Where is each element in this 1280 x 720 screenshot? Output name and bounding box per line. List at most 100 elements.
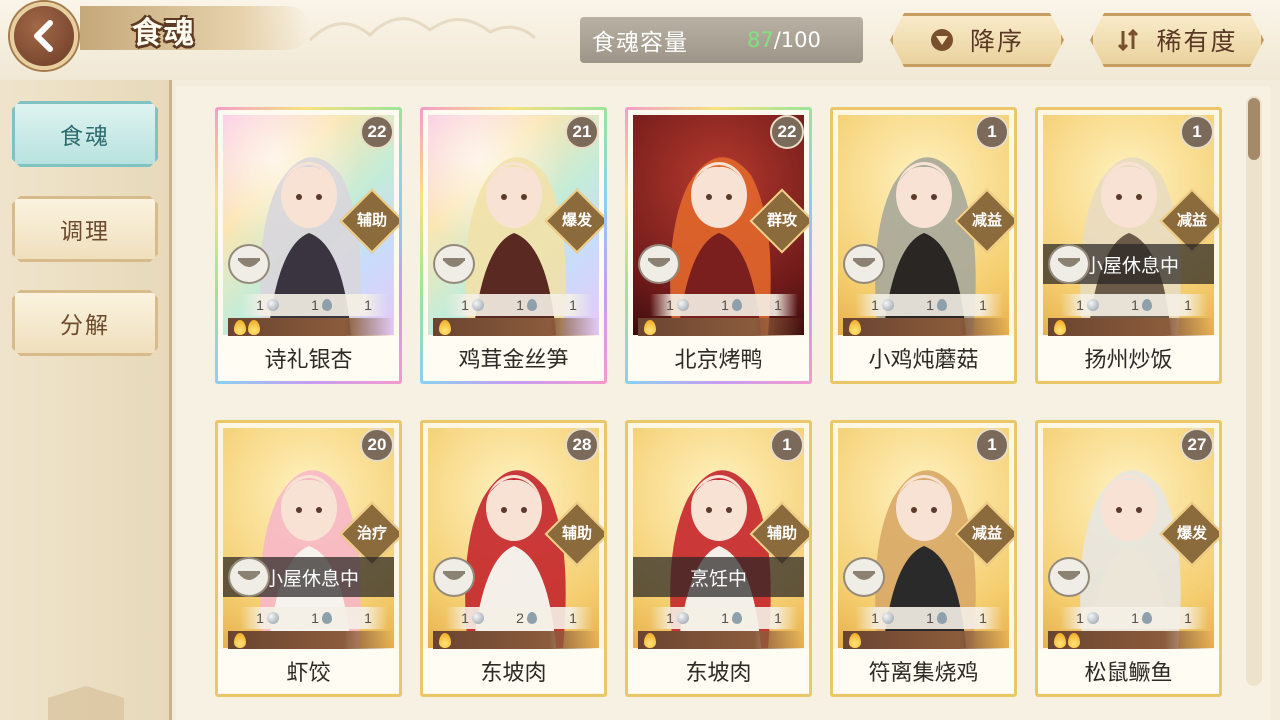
- sidebar-item-label: 食魂: [60, 124, 110, 150]
- food-soul-card[interactable]: 27 爆发 1 1 1 松鼠鳜鱼: [1035, 420, 1222, 697]
- drop-icon: [1141, 299, 1152, 311]
- sidebar-item-decompose[interactable]: 分解: [12, 290, 158, 356]
- drop-icon: [526, 299, 537, 311]
- stat-item: 1: [1076, 297, 1099, 313]
- food-soul-card[interactable]: 20 治疗 小屋休息中 1 1 1 虾饺: [215, 420, 402, 697]
- role-text: 辅助: [766, 524, 797, 542]
- role-text: 辅助: [356, 211, 387, 229]
- status-text: 小屋休息中: [264, 568, 360, 590]
- flame-icon: [439, 632, 451, 648]
- role-text: 爆发: [561, 211, 592, 229]
- stat-item: 1: [461, 610, 484, 626]
- stat-item: 1: [256, 610, 279, 626]
- food-soul-card[interactable]: 22 群攻 1 1 1 北京烤鸭: [625, 107, 812, 384]
- stat-item: 1: [569, 610, 577, 626]
- drop-icon: [731, 299, 742, 311]
- level-badge: 1: [975, 115, 1009, 149]
- flame-rating: [843, 318, 1009, 336]
- stat-item: 1: [1076, 610, 1099, 626]
- sort-order-button[interactable]: 降序: [890, 13, 1064, 67]
- food-soul-card[interactable]: 22 辅助 1 1 1 诗礼银杏: [215, 107, 402, 384]
- level-badge: 1: [975, 428, 1009, 462]
- level-badge: 28: [565, 428, 599, 462]
- drop-icon: [321, 299, 332, 311]
- stat-item: 1: [1184, 297, 1192, 313]
- stat-item: 1: [1131, 610, 1152, 626]
- bowl-icon: [433, 557, 475, 597]
- stats-row: 1 2 1: [445, 607, 593, 629]
- level-badge: 22: [770, 115, 804, 149]
- stat-item: 1: [774, 297, 782, 313]
- role-text: 辅助: [561, 524, 592, 542]
- flame-rating: [638, 631, 804, 649]
- flame-icon: [644, 319, 656, 335]
- scrollbar-thumb[interactable]: [1248, 98, 1260, 160]
- stat-item: 1: [871, 297, 894, 313]
- food-soul-card[interactable]: 1 减益 1 1 1 小鸡炖蘑菇: [830, 107, 1017, 384]
- flame-icon: [1068, 632, 1080, 648]
- food-soul-name: 东坡肉: [423, 649, 604, 693]
- pearl-icon: [471, 299, 484, 311]
- capacity-max: /100: [773, 28, 821, 52]
- food-soul-name: 扬州炒饭: [1038, 336, 1219, 380]
- flame-icon: [1054, 632, 1066, 648]
- cloud-decoration-icon: [308, 17, 537, 42]
- scrollbar-track[interactable]: [1246, 96, 1262, 686]
- stat-item: 2: [516, 610, 537, 626]
- drop-icon: [526, 612, 537, 624]
- drop-icon: [321, 612, 332, 624]
- sort-order-label: 降序: [969, 27, 1024, 56]
- stat-item: 1: [461, 297, 484, 313]
- bowl-icon: [638, 244, 680, 284]
- stat-item: 1: [721, 610, 742, 626]
- flame-rating: [843, 631, 1009, 649]
- stats-row: 1 1 1: [855, 607, 1003, 629]
- pearl-icon: [676, 612, 689, 624]
- sidebar-item-food-souls[interactable]: 食魂: [12, 101, 158, 167]
- sort-arrows-icon: [1116, 28, 1140, 52]
- bowl-icon: [843, 557, 885, 597]
- pearl-icon: [676, 299, 689, 311]
- back-button[interactable]: [10, 2, 78, 70]
- stat-item: 1: [311, 297, 332, 313]
- flame-icon: [439, 319, 451, 335]
- stat-item: 1: [516, 297, 537, 313]
- flame-rating: [433, 631, 599, 649]
- drop-icon: [936, 299, 947, 311]
- food-soul-name: 松鼠鳜鱼: [1038, 649, 1219, 693]
- pearl-icon: [266, 612, 279, 624]
- drop-icon: [731, 612, 742, 624]
- stats-row: 1 1 1: [650, 607, 798, 629]
- food-soul-name: 鸡茸金丝笋: [423, 336, 604, 380]
- stats-row: 1 1 1: [1060, 294, 1208, 316]
- stats-row: 1 1 1: [1060, 607, 1208, 629]
- pearl-icon: [266, 299, 279, 311]
- stat-item: 1: [926, 610, 947, 626]
- food-soul-card[interactable]: 1 减益 小屋休息中 1 1 1 扬州炒饭: [1035, 107, 1222, 384]
- sidebar-item-label: 调理: [60, 219, 110, 245]
- sidebar-item-cultivate[interactable]: 调理: [12, 196, 158, 262]
- sidebar-item-label: 分解: [60, 313, 110, 339]
- capacity-current: 87: [747, 28, 774, 52]
- flame-icon: [849, 632, 861, 648]
- stats-row: 1 1 1: [650, 294, 798, 316]
- food-soul-card[interactable]: 1 辅助 烹饪中 1 1 1 东坡肉: [625, 420, 812, 697]
- flame-icon: [248, 319, 260, 335]
- stat-item: 1: [871, 610, 894, 626]
- status-text: 小屋休息中: [1084, 255, 1180, 277]
- drop-icon: [1141, 612, 1152, 624]
- food-soul-card[interactable]: 28 辅助 1 2 1 东坡肉: [420, 420, 607, 697]
- sort-type-button[interactable]: 稀有度: [1090, 13, 1264, 67]
- bowl-icon: [1048, 244, 1090, 284]
- sort-type-label: 稀有度: [1156, 27, 1238, 56]
- flame-icon: [1054, 319, 1066, 335]
- capacity-display: 食魂容量 87/100: [580, 17, 863, 63]
- role-text: 治疗: [356, 524, 387, 542]
- level-badge: 1: [770, 428, 804, 462]
- food-soul-name: 东坡肉: [628, 649, 809, 693]
- flame-rating: [433, 318, 599, 336]
- level-badge: 20: [360, 428, 394, 462]
- food-soul-card[interactable]: 21 爆发 1 1 1 鸡茸金丝笋: [420, 107, 607, 384]
- top-bar: 食魂 食魂容量 87/100 降序 稀有度: [0, 0, 1280, 80]
- food-soul-card[interactable]: 1 减益 1 1 1 符离集烧鸡: [830, 420, 1017, 697]
